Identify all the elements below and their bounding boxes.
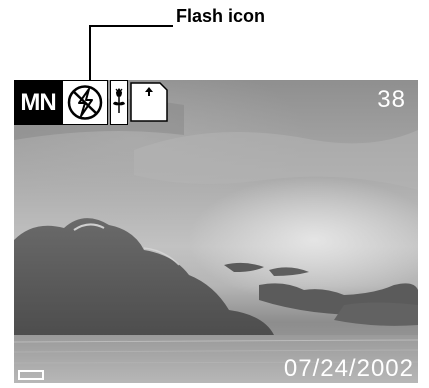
flash-off-glyph xyxy=(67,85,103,120)
flash-off-icon xyxy=(62,80,108,125)
callout-line-vertical xyxy=(89,25,91,80)
macro-flower-icon xyxy=(110,80,128,125)
shots-remaining: 38 xyxy=(377,86,406,113)
date-stamp: 07/24/2002 xyxy=(283,355,414,382)
memory-card-icon xyxy=(130,82,168,122)
memory-card-glyph xyxy=(130,82,168,122)
macro-flower-glyph xyxy=(113,88,125,113)
battery-icon xyxy=(18,370,44,380)
shooting-mode-indicator: MN xyxy=(14,80,62,125)
flash-icon-callout-label: Flash icon xyxy=(176,6,266,26)
figure: Flash icon MN 38 07/24/2002 xyxy=(0,0,429,388)
camera-lcd-screen: MN 38 07/24/2002 xyxy=(14,80,418,383)
callout-line-horizontal xyxy=(89,25,173,27)
